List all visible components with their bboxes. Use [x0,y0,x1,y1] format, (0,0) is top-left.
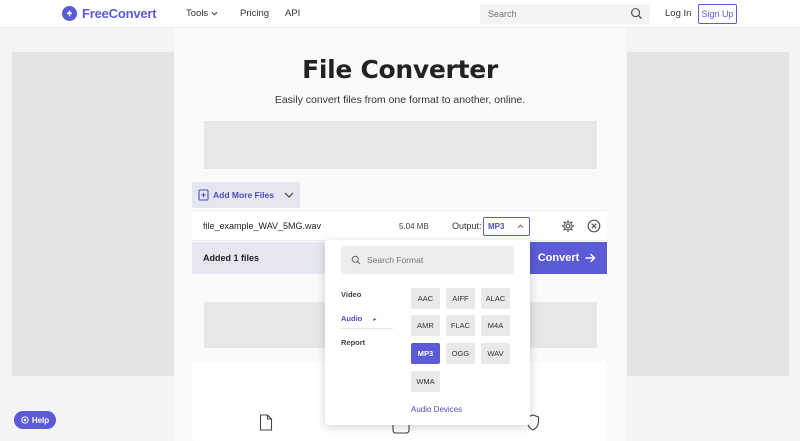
format-option-aac[interactable]: AAC [411,288,440,309]
format-option-aiff[interactable]: AIFF [446,288,475,309]
category-audio[interactable]: Audio ▸ [341,314,376,323]
document-icon [259,414,273,431]
format-option-flac[interactable]: FLAC [446,315,475,336]
page-subtitle: Easily convert files from one format to … [274,94,526,106]
convert-button[interactable]: Convert [527,242,607,274]
convert-label: Convert [537,252,580,264]
top-ad-banner [204,121,597,169]
format-dropdown: Video Audio ▸ Report AAC AIFF ALAC AMR F… [325,240,530,425]
login-link[interactable]: Log In [665,8,691,19]
search-input[interactable] [480,4,620,24]
nav-tools-label: Tools [186,8,209,19]
logo-text: FreeConvert [82,6,157,21]
file-row: file_example_WAV_5MG.wav 5.04 MB Output:… [192,210,607,241]
output-format-value: MP3 [488,222,505,231]
page-title: File Converter [302,55,498,84]
format-search-input[interactable] [367,246,507,274]
help-label: Help [31,415,50,425]
chevron-up-icon [517,224,524,229]
search-icon [351,255,361,265]
format-option-amr[interactable]: AMR [411,315,440,336]
category-report[interactable]: Report [341,338,365,347]
format-option-wma[interactable]: WMA [411,371,440,392]
format-option-mp3[interactable]: MP3 [411,343,440,364]
format-option-wav[interactable]: WAV [481,343,510,364]
file-name: file_example_WAV_5MG.wav [203,221,322,231]
gear-icon[interactable] [561,219,575,233]
format-option-ogg[interactable]: OGG [446,343,475,364]
logo[interactable]: FreeConvert [62,6,157,21]
output-format-select[interactable]: MP3 [483,217,530,236]
output-label: Output: [452,221,482,231]
header-search [480,4,650,24]
nav-pricing[interactable]: Pricing [240,8,269,19]
nav-tools[interactable]: Tools [186,8,218,19]
file-size: 5.04 MB [399,222,429,231]
help-button[interactable]: Help [14,411,56,429]
added-files-count: Added 1 files [203,253,260,263]
caret-right-icon: ▸ [373,317,377,323]
close-icon[interactable] [587,219,601,233]
top-header: FreeConvert Tools Pricing API Log In Sig… [0,0,800,28]
help-icon [21,416,29,424]
audio-devices-link[interactable]: Audio Devices [411,405,462,414]
add-file-icon [198,189,209,201]
format-option-m4a[interactable]: M4A [481,315,510,336]
category-divider [341,328,393,329]
add-more-files-button[interactable]: Add More Files [192,182,300,208]
add-more-files-label: Add More Files [213,190,274,200]
logo-icon [62,6,77,21]
nav-api[interactable]: API [285,8,300,19]
format-search [341,246,514,274]
format-option-alac[interactable]: ALAC [481,288,510,309]
search-icon[interactable] [630,7,643,20]
arrow-right-icon [585,253,596,263]
category-video[interactable]: Video [341,290,361,299]
signup-button[interactable]: Sign Up [698,4,737,24]
category-audio-label: Audio [341,314,363,323]
chevron-down-icon [211,11,218,16]
device-icon [392,425,410,434]
chevron-down-icon[interactable] [284,192,294,198]
